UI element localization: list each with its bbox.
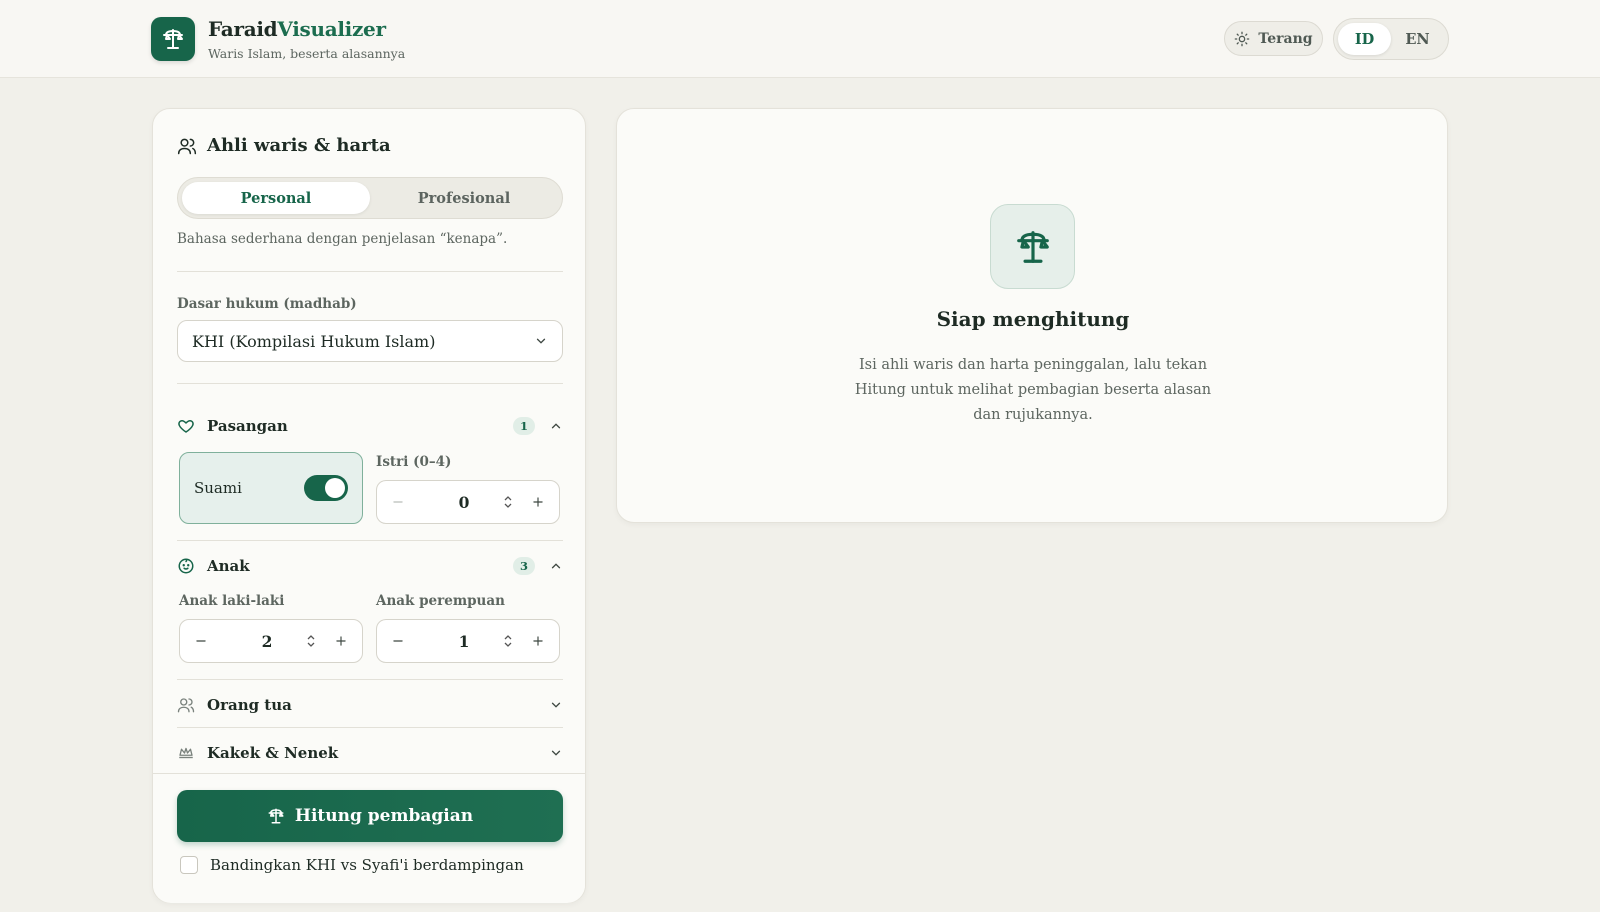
- chevron-down-icon: [536, 338, 546, 344]
- compare-option[interactable]: Bandingkan KHI vs Syafi'i berdampingan: [180, 856, 524, 874]
- increment-button[interactable]: [332, 632, 350, 650]
- count-badge: 1: [513, 417, 535, 435]
- anak-perempuan-label: Anak perempuan: [376, 593, 505, 609]
- spinner-icon: [504, 496, 512, 508]
- suami-label: Suami: [194, 479, 242, 497]
- tab-personal[interactable]: Personal: [182, 182, 370, 214]
- plus-icon: [533, 636, 543, 646]
- language-switch: ID EN: [1333, 18, 1449, 60]
- sun-icon: [1235, 31, 1250, 46]
- decrement-button[interactable]: [389, 493, 407, 511]
- istri-value[interactable]: 0: [407, 493, 501, 512]
- result-panel: Siap menghitung Isi ahli waris dan harta…: [616, 108, 1448, 523]
- divider: [177, 727, 563, 728]
- crown-icon: [179, 747, 193, 759]
- plus-icon: [533, 497, 543, 507]
- tab-profesional[interactable]: Profesional: [370, 182, 558, 214]
- heart-icon: [178, 420, 194, 433]
- increment-button[interactable]: [529, 493, 547, 511]
- scale-icon: [163, 29, 183, 49]
- mode-description: Bahasa sederhana dengan penjelasan “kena…: [177, 231, 508, 247]
- form-footer: Hitung pembagian Bandingkan KHI vs Syafi…: [153, 773, 585, 903]
- chevron-up-icon: [551, 423, 561, 429]
- section-kakek-nenek-header[interactable]: Kakek & Nenek: [177, 740, 563, 766]
- form-header: Ahli waris & harta: [177, 135, 391, 156]
- anak-perempuan-value[interactable]: 1: [407, 632, 501, 651]
- decrement-button[interactable]: [192, 632, 210, 650]
- chevron-up-icon: [551, 563, 561, 569]
- scale-icon: [268, 808, 284, 824]
- suami-toggle-card[interactable]: Suami: [179, 452, 363, 524]
- theme-toggle-button[interactable]: Terang: [1224, 21, 1323, 56]
- mode-tabs: Personal Profesional: [177, 177, 563, 219]
- chevron-down-icon: [551, 702, 561, 708]
- heirs-form-panel: Ahli waris & harta Personal Profesional …: [152, 108, 586, 903]
- divider: [177, 271, 563, 272]
- istri-label: Istri (0–4): [376, 454, 452, 470]
- minus-icon: [393, 640, 403, 642]
- app-subtitle: Waris Islam, beserta alasannya: [208, 46, 406, 61]
- madhab-value: KHI (Kompilasi Hukum Islam): [192, 331, 436, 351]
- compare-checkbox[interactable]: [180, 856, 198, 874]
- spinner-icon: [307, 635, 315, 647]
- decrement-button[interactable]: [389, 632, 407, 650]
- chevron-down-icon: [551, 750, 561, 756]
- compare-label: Bandingkan KHI vs Syafi'i berdampingan: [210, 856, 524, 874]
- section-title: Orang tua: [207, 696, 292, 714]
- lang-option-id[interactable]: ID: [1338, 23, 1391, 55]
- users-icon: [177, 698, 195, 713]
- anak-laki-value[interactable]: 2: [210, 632, 304, 651]
- section-title: Pasangan: [207, 417, 288, 435]
- empty-state-description: Isi ahli waris dan harta peninggalan, la…: [854, 357, 1212, 423]
- section-title: Kakek & Nenek: [207, 744, 339, 762]
- scale-icon: [1016, 230, 1049, 263]
- users-icon: [177, 138, 197, 154]
- logo[interactable]: [151, 17, 195, 61]
- madhab-label: Dasar hukum (madhab): [177, 296, 357, 312]
- empty-state-icon: [990, 204, 1075, 289]
- minus-icon: [196, 640, 206, 642]
- count-badge: 3: [513, 557, 535, 575]
- divider: [177, 540, 563, 541]
- theme-label: Terang: [1258, 30, 1313, 47]
- anak-laki-stepper: 2: [179, 619, 363, 663]
- increment-button[interactable]: [529, 632, 547, 650]
- baby-icon: [178, 558, 194, 574]
- plus-icon: [336, 636, 346, 646]
- section-title: Anak: [207, 557, 250, 575]
- istri-stepper: 0: [376, 480, 560, 524]
- suami-switch[interactable]: [304, 475, 348, 501]
- form-title: Ahli waris & harta: [207, 135, 391, 156]
- app-title: FaraidVisualizer: [208, 17, 386, 41]
- section-orang-tua-header[interactable]: Orang tua: [177, 692, 563, 718]
- anak-laki-label: Anak laki-laki: [179, 593, 285, 609]
- hitung-label: Hitung pembagian: [294, 806, 474, 826]
- lang-option-en[interactable]: EN: [1391, 23, 1444, 55]
- top-bar: FaraidVisualizer Waris Islam, beserta al…: [0, 0, 1600, 78]
- divider: [177, 383, 563, 384]
- section-pasangan-header[interactable]: Pasangan 1: [177, 413, 563, 439]
- minus-icon: [393, 501, 403, 503]
- madhab-select[interactable]: KHI (Kompilasi Hukum Islam): [177, 320, 563, 362]
- empty-state-title: Siap menghitung: [936, 307, 1130, 331]
- spinner-icon: [504, 635, 512, 647]
- section-anak-header[interactable]: Anak 3: [177, 553, 563, 579]
- hitung-button[interactable]: Hitung pembagian: [177, 790, 563, 842]
- anak-perempuan-stepper: 1: [376, 619, 560, 663]
- divider: [177, 679, 563, 680]
